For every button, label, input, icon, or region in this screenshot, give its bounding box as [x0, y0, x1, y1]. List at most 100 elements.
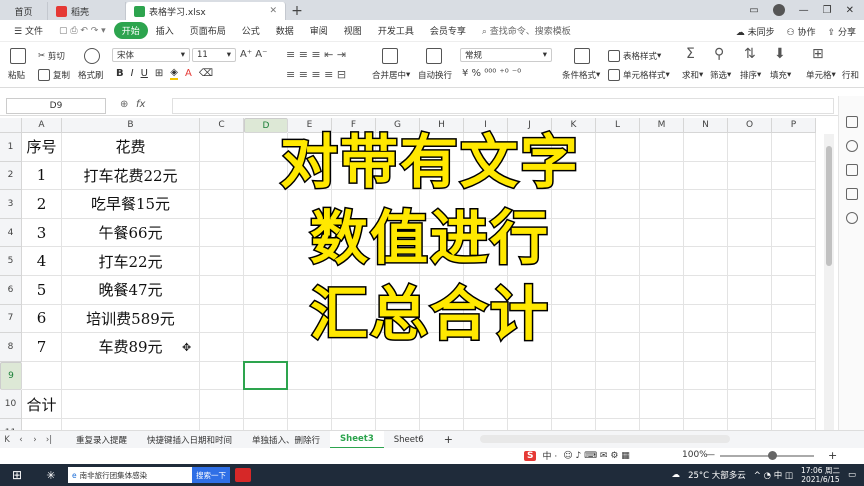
- formula-input[interactable]: [172, 98, 834, 114]
- cell-B9[interactable]: [62, 361, 200, 391]
- copy-button[interactable]: 复制: [38, 69, 70, 81]
- new-tab-button[interactable]: +: [286, 2, 308, 20]
- underline-button[interactable]: U: [141, 68, 148, 79]
- cell-G11[interactable]: [376, 419, 420, 430]
- zoom-slider-handle[interactable]: [768, 451, 777, 460]
- cell-A9[interactable]: [22, 361, 62, 391]
- collab-button[interactable]: ⚇ 协作: [787, 25, 816, 38]
- cell-P1[interactable]: [772, 133, 816, 162]
- font-size-select[interactable]: 11 ▾: [192, 48, 236, 62]
- column-header[interactable]: B: [62, 118, 200, 133]
- fill-color-icon[interactable]: ◈: [170, 67, 178, 80]
- cell-A4[interactable]: 3: [22, 218, 62, 248]
- cell-M1[interactable]: [640, 133, 684, 162]
- scroll-thumb[interactable]: [826, 146, 832, 266]
- column-header[interactable]: N: [684, 118, 728, 133]
- paste-icon[interactable]: [10, 48, 26, 64]
- cell-M5[interactable]: [640, 247, 684, 276]
- menu-review[interactable]: 审阅: [302, 24, 336, 37]
- cell-F11[interactable]: [332, 419, 376, 430]
- number-format-select[interactable]: 常规 ▾: [460, 48, 552, 62]
- cell-A1[interactable]: 序号: [22, 133, 62, 162]
- cell-O9[interactable]: [728, 361, 772, 391]
- sidebar-style-icon[interactable]: [846, 116, 858, 128]
- cell-P11[interactable]: [772, 419, 816, 430]
- filter-icon[interactable]: ⚲: [714, 46, 724, 62]
- cell-H10[interactable]: [420, 390, 464, 419]
- row-header[interactable]: 1: [0, 133, 22, 162]
- cell-L11[interactable]: [596, 419, 640, 430]
- windows-start-icon[interactable]: ⊞: [0, 468, 34, 482]
- cell-N9[interactable]: [684, 361, 728, 391]
- paste-button[interactable]: 粘贴: [8, 69, 25, 81]
- cell-O6[interactable]: [728, 276, 772, 305]
- cell-A3[interactable]: 2: [22, 190, 62, 219]
- cell-B10[interactable]: [62, 390, 200, 419]
- add-sheet-button[interactable]: +: [434, 433, 463, 446]
- zoom-in-button[interactable]: +: [828, 449, 837, 462]
- row-header[interactable]: 2: [0, 161, 22, 191]
- cell-N2[interactable]: [684, 161, 728, 191]
- close-window-icon[interactable]: ✕: [846, 5, 854, 16]
- cell-M10[interactable]: [640, 390, 684, 419]
- cell-M8[interactable]: [640, 333, 684, 362]
- select-all-corner[interactable]: [0, 118, 22, 133]
- cell-F10[interactable]: [332, 390, 376, 419]
- cell-O7[interactable]: [728, 304, 772, 334]
- fx-icon[interactable]: fx: [136, 99, 145, 110]
- ime-toolbar[interactable]: S 中 · ☺ ♪ ⌨ ✉ ⚙ ▦: [524, 449, 630, 462]
- cell-B1[interactable]: 花费: [62, 133, 200, 162]
- cell-B4[interactable]: 午餐66元: [62, 218, 200, 248]
- row-header[interactable]: 11: [0, 419, 22, 430]
- cell-O2[interactable]: [728, 161, 772, 191]
- sum-button[interactable]: 求和 ▾: [682, 69, 703, 81]
- cell-E10[interactable]: [288, 390, 332, 419]
- conditional-format-icon[interactable]: [574, 48, 590, 64]
- sogou-ime-icon[interactable]: S: [524, 450, 537, 461]
- cell-P2[interactable]: [772, 161, 816, 191]
- clock[interactable]: 17:06 周二 2021/6/15: [801, 466, 840, 484]
- sort-button[interactable]: 排序 ▾: [740, 69, 761, 81]
- row-header[interactable]: 6: [0, 276, 22, 305]
- cell-I9[interactable]: [464, 361, 508, 391]
- minimize-icon[interactable]: —: [799, 5, 809, 16]
- sheet-tab-active[interactable]: Sheet3: [330, 430, 384, 449]
- row-header[interactable]: 5: [0, 247, 22, 276]
- cell-K10[interactable]: [552, 390, 596, 419]
- tab-home[interactable]: 首页: [0, 2, 48, 20]
- cell-A10[interactable]: 合计: [22, 390, 62, 419]
- cell-B3[interactable]: 吃早餐15元: [62, 190, 200, 219]
- align-top-row[interactable]: ≡ ≡ ≡ ⇤ ⇥: [286, 48, 346, 61]
- task-view-icon[interactable]: ✳: [34, 469, 68, 482]
- cell-D11[interactable]: [244, 419, 288, 430]
- cell-N8[interactable]: [684, 333, 728, 362]
- cell-N7[interactable]: [684, 304, 728, 334]
- cell-P9[interactable]: [772, 361, 816, 391]
- toolbar-quick-icons[interactable]: ▢ ⎙ ↶ ↷ ▾: [51, 26, 114, 36]
- conditional-format-button[interactable]: 条件格式 ▾: [562, 69, 600, 81]
- share-button[interactable]: ⇪ 分享: [828, 25, 856, 38]
- zoom-out-button[interactable]: —: [706, 450, 715, 460]
- font-style-buttons[interactable]: B I U ⊞ ◈ A ⌫: [116, 67, 213, 80]
- cell-I10[interactable]: [464, 390, 508, 419]
- cell-O4[interactable]: [728, 218, 772, 248]
- cell-I11[interactable]: [464, 419, 508, 430]
- column-header[interactable]: O: [728, 118, 772, 133]
- cell-A7[interactable]: 6: [22, 304, 62, 334]
- sidebar-backup-icon[interactable]: [846, 188, 858, 200]
- font-grow-shrink[interactable]: A⁺ A⁻: [240, 49, 267, 60]
- number-format-buttons[interactable]: ¥ % ⁰⁰⁰ ⁺⁰ ⁻⁰: [462, 68, 521, 79]
- align-bottom-row[interactable]: ≡ ≡ ≡ ≡ ⊟: [286, 68, 346, 81]
- taskbar-search-box[interactable]: e 南非旅行团集体感染: [68, 467, 192, 483]
- cell-P6[interactable]: [772, 276, 816, 305]
- cell-O5[interactable]: [728, 247, 772, 276]
- cell-C9[interactable]: [200, 361, 244, 391]
- cell-N1[interactable]: [684, 133, 728, 162]
- table-style-button[interactable]: 表格样式 ▾: [608, 50, 661, 62]
- row-header[interactable]: 10: [0, 390, 22, 419]
- first-sheet-icon[interactable]: K: [0, 435, 14, 445]
- italic-button[interactable]: I: [131, 68, 134, 79]
- menu-formula[interactable]: 公式: [234, 24, 268, 37]
- cell-C11[interactable]: [200, 419, 244, 430]
- cell-A11[interactable]: [22, 419, 62, 430]
